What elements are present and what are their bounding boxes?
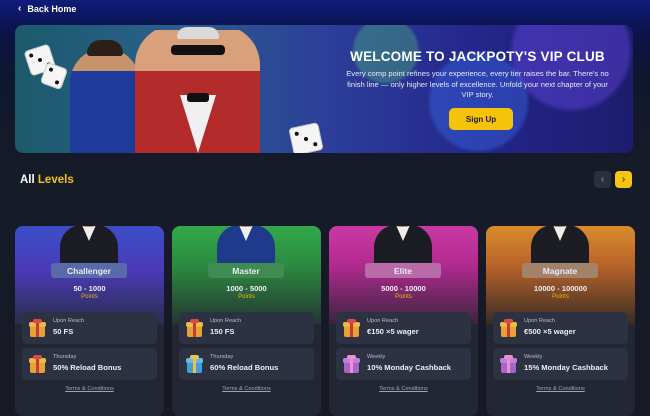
perk-value: €150 ×5 wager: [367, 327, 419, 336]
perk-recurring: Weekly 10% Monday Cashback: [336, 348, 471, 380]
perk-label: Upon Reach: [53, 318, 85, 324]
perk-value: 60% Reload Bonus: [210, 363, 279, 372]
points-range: 10000 - 100000: [533, 284, 588, 293]
perk-label: Upon Reach: [524, 318, 556, 324]
points-label: Points: [395, 294, 412, 300]
points-label: Points: [238, 294, 255, 300]
perk-label: Weekly: [367, 354, 386, 360]
level-card-elite: Elite 5000 - 10000 Points Upon Reach €15…: [329, 226, 478, 416]
perk-value: 50 FS: [53, 327, 74, 336]
points-label: Points: [81, 294, 98, 300]
bowtie-graphic: [187, 93, 209, 102]
levels-heading-white: All: [20, 174, 35, 186]
perk-upon-reach: Upon Reach 150 FS: [179, 312, 314, 344]
perk-upon-reach: Upon Reach €500 ×5 wager: [493, 312, 628, 344]
perk-label: Weekly: [524, 354, 543, 360]
level-portrait: [529, 226, 591, 264]
terms-link[interactable]: Terms & Conditions: [172, 386, 321, 392]
levels-heading: All Levels: [20, 174, 74, 186]
chevron-right-icon: ›: [621, 174, 626, 185]
perk-recurring: Thursday 50% Reload Bonus: [22, 348, 157, 380]
gift-icon: [500, 319, 517, 337]
perk-label: Upon Reach: [210, 318, 242, 324]
gift-icon: [186, 355, 203, 373]
points-range: 50 - 1000: [73, 284, 106, 293]
level-name-badge: Elite: [365, 263, 441, 278]
perk-recurring: Thursday 60% Reload Bonus: [179, 348, 314, 380]
back-home-link[interactable]: ‹ Back Home: [18, 3, 77, 15]
level-portrait: [215, 226, 277, 264]
terms-link[interactable]: Terms & Conditions: [329, 386, 478, 392]
perk-value: 150 FS: [210, 327, 235, 336]
perk-recurring: Weekly 15% Monday Cashback: [493, 348, 628, 380]
level-card-master: Master 1000 - 5000 Points Upon Reach 150…: [172, 226, 321, 416]
banner-title: WELCOME TO JACKPOTY'S VIP CLUB: [350, 49, 605, 64]
points-label: Points: [552, 294, 569, 300]
gift-icon: [500, 355, 517, 373]
level-name-badge: Magnate: [522, 263, 598, 278]
terms-link[interactable]: Terms & Conditions: [486, 386, 635, 392]
level-card-magnate: Magnate 10000 - 100000 Points Upon Reach…: [486, 226, 635, 416]
perk-label: Upon Reach: [367, 318, 399, 324]
perk-value: €500 ×5 wager: [524, 327, 576, 336]
perk-value: 15% Monday Cashback: [524, 363, 608, 372]
points-range: 5000 - 10000: [381, 284, 426, 293]
sign-up-button[interactable]: Sign Up: [449, 108, 513, 130]
terms-link[interactable]: Terms & Conditions: [15, 386, 164, 392]
carousel-prev-button[interactable]: ‹: [594, 171, 611, 188]
level-card-challenger: Challenger 50 - 1000 Points Upon Reach 5…: [15, 226, 164, 416]
points-range: 1000 - 5000: [226, 284, 267, 293]
gift-icon: [343, 319, 360, 337]
level-name-badge: Challenger: [51, 263, 127, 278]
gift-icon: [29, 319, 46, 337]
perk-upon-reach: Upon Reach 50 FS: [22, 312, 157, 344]
perk-upon-reach: Upon Reach €150 ×5 wager: [336, 312, 471, 344]
back-home-label: Back Home: [27, 4, 77, 14]
banner-description: Every comp point refines your experience…: [346, 69, 609, 99]
chevron-left-icon: ‹: [600, 174, 605, 185]
perk-value: 50% Reload Bonus: [53, 363, 122, 372]
level-portrait: [58, 226, 120, 264]
dice-icon: [288, 122, 324, 153]
level-portrait: [372, 226, 434, 264]
vip-banner: WELCOME TO JACKPOTY'S VIP CLUB Every com…: [15, 25, 633, 153]
chevron-left-icon: ‹: [18, 3, 22, 14]
perk-label: Thursday: [53, 354, 77, 360]
levels-heading-accent: Levels: [37, 174, 74, 186]
gift-icon: [343, 355, 360, 373]
perk-label: Thursday: [210, 354, 234, 360]
young-host-figure: [70, 40, 140, 153]
carousel-next-button[interactable]: ›: [615, 171, 632, 188]
gift-icon: [29, 355, 46, 373]
level-name-badge: Master: [208, 263, 284, 278]
gift-icon: [186, 319, 203, 337]
top-bar: ‹ Back Home: [0, 0, 650, 20]
perk-value: 10% Monday Cashback: [367, 363, 451, 372]
